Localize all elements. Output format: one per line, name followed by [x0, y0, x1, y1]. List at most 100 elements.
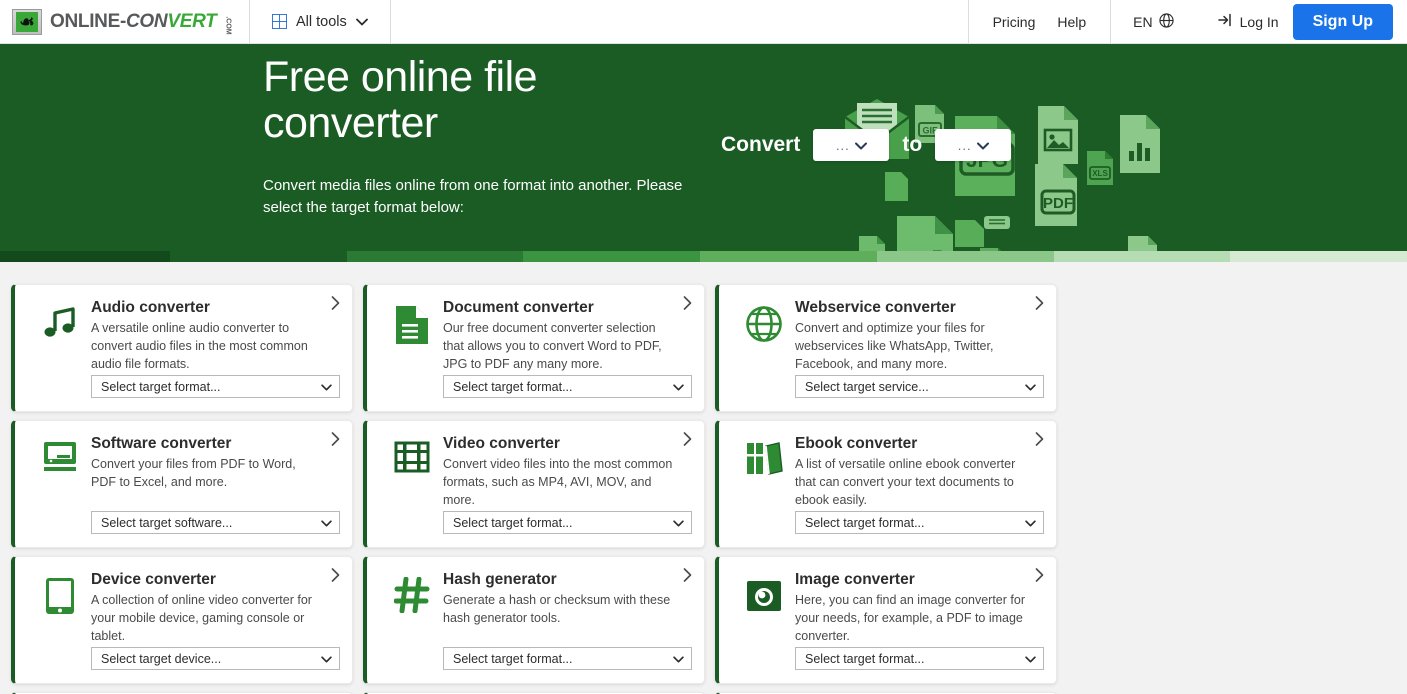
- all-tools-menu[interactable]: All tools: [250, 0, 391, 43]
- hash-icon: [381, 571, 443, 669]
- converter-card-device-converter[interactable]: Device converter A collection of online v…: [11, 556, 353, 684]
- chevron-right-icon[interactable]: [683, 296, 692, 313]
- chevron-down-icon: [673, 380, 684, 394]
- card-title: Image converter: [795, 571, 915, 588]
- chevron-right-icon[interactable]: [331, 296, 340, 313]
- brand-con: CON: [126, 10, 168, 32]
- chevron-right-icon[interactable]: [331, 432, 340, 449]
- converter-card-webservice-converter[interactable]: Webservice converter Convert and optimize…: [715, 284, 1057, 412]
- converter-card-audio-converter[interactable]: Audio converter A versatile online audio …: [11, 284, 353, 412]
- tablet-icon: [29, 571, 91, 669]
- to-label: to: [902, 133, 923, 156]
- card-cell: Software converter Convert your files fro…: [6, 420, 358, 556]
- card-cell: Ebook converter A list of versatile onlin…: [710, 420, 1062, 556]
- source-format-value: ...: [835, 137, 850, 153]
- target-format-select[interactable]: ...: [935, 129, 1012, 161]
- card-cell: Audio converter A versatile online audio …: [6, 284, 358, 420]
- card-title: Hash generator: [443, 571, 557, 588]
- chevron-down-icon: [321, 516, 332, 530]
- document-icon: [381, 299, 443, 397]
- login-arrow-icon: [1217, 13, 1234, 30]
- converter-card-document-converter[interactable]: Document converter Our free document conv…: [363, 284, 705, 412]
- converter-card-hash-generator[interactable]: Hash generator Generate a hash or checksu…: [363, 556, 705, 684]
- nav-link-help[interactable]: Help: [1057, 14, 1086, 30]
- card-target-select[interactable]: Select target format...: [443, 375, 692, 398]
- converter-card-software-converter[interactable]: Software converter Convert your files fro…: [11, 420, 353, 548]
- auth-area: Log In Sign Up: [1196, 0, 1407, 43]
- card-cell: Hash generator Generate a hash or checksu…: [358, 556, 710, 692]
- target-format-value: ...: [957, 137, 972, 153]
- hero-text-block: Free online file converter Convert media…: [263, 44, 703, 262]
- converter-card-image-converter[interactable]: Image converter Here, you can find an ima…: [715, 556, 1057, 684]
- hero-content: Free online file converter Convert media…: [0, 44, 1407, 262]
- chevron-down-icon: [673, 516, 684, 530]
- card-title: Ebook converter: [795, 435, 918, 452]
- card-target-select-value: Select target format...: [453, 515, 573, 530]
- card-target-select-value: Select target format...: [453, 651, 573, 666]
- site-header: ☙ ONLINE-CONVERT .COM All tools Pricing H…: [0, 0, 1407, 44]
- online-convert-logo-icon: ☙: [12, 8, 42, 35]
- header-nav-links: Pricing Help: [967, 0, 1111, 43]
- card-title: Audio converter: [91, 299, 210, 316]
- brand-tld: .COM: [225, 15, 233, 35]
- card-description: Convert your files from PDF to Word, PDF…: [91, 457, 296, 489]
- grid-icon: [272, 14, 287, 29]
- chevron-down-icon: [673, 652, 684, 666]
- card-cell: Image converter Here, you can find an ima…: [710, 556, 1062, 692]
- card-target-select-value: Select target format...: [453, 379, 573, 394]
- strip-segment: [523, 251, 701, 262]
- card-description: Convert video files into the most common…: [443, 457, 673, 507]
- card-target-select[interactable]: Select target format...: [91, 375, 340, 398]
- card-title: Video converter: [443, 435, 560, 452]
- strip-segment: [1053, 251, 1231, 262]
- chevron-right-icon[interactable]: [1035, 296, 1044, 313]
- card-target-select[interactable]: Select target service...: [795, 375, 1044, 398]
- login-label: Log In: [1239, 13, 1279, 30]
- card-title: Webservice converter: [795, 299, 956, 316]
- card-target-select[interactable]: Select target format...: [795, 511, 1044, 534]
- card-target-select-value: Select target format...: [805, 515, 925, 530]
- card-target-select-value: Select target software...: [101, 515, 233, 530]
- chevron-right-icon[interactable]: [683, 568, 692, 585]
- chevron-down-icon: [355, 14, 368, 30]
- login-button[interactable]: Log In: [1217, 13, 1279, 30]
- card-target-select[interactable]: Select target software...: [91, 511, 340, 534]
- brand-vert: VERT: [167, 10, 217, 32]
- strip-segment: [1230, 251, 1407, 262]
- hero-banner: GIF JPG XLS: [0, 44, 1407, 262]
- card-description: Our free document converter selection th…: [443, 321, 662, 371]
- card-description: Generate a hash or checksum with these h…: [443, 593, 671, 625]
- card-title: Device converter: [91, 571, 216, 588]
- card-target-select-value: Select target format...: [101, 379, 221, 394]
- card-cell: Video converter Convert video files into …: [358, 420, 710, 556]
- globe-icon: [1159, 12, 1174, 31]
- chevron-right-icon[interactable]: [331, 568, 340, 585]
- card-target-select[interactable]: Select target device...: [91, 647, 340, 670]
- header-spacer: [391, 0, 968, 43]
- chevron-right-icon[interactable]: [1035, 432, 1044, 449]
- card-target-select[interactable]: Select target format...: [443, 647, 692, 670]
- language-label: EN: [1133, 13, 1153, 30]
- hero-convert-row: Convert ... to ...: [721, 128, 1012, 162]
- card-target-select[interactable]: Select target format...: [795, 647, 1044, 670]
- chevron-right-icon[interactable]: [1035, 568, 1044, 585]
- brand-wordmark: ONLINE-CONVERT .COM: [50, 10, 236, 35]
- signup-button[interactable]: Sign Up: [1292, 3, 1393, 40]
- card-title: Software converter: [91, 435, 232, 452]
- nav-link-pricing[interactable]: Pricing: [993, 14, 1036, 30]
- card-cell: Webservice converter Convert and optimize…: [710, 284, 1062, 420]
- card-target-select-value: Select target device...: [101, 651, 222, 666]
- brand-logo-link[interactable]: ☙ ONLINE-CONVERT .COM: [0, 0, 250, 43]
- chevron-down-icon: [976, 138, 989, 153]
- converter-card-ebook-converter[interactable]: Ebook converter A list of versatile onlin…: [715, 420, 1057, 548]
- converter-card-video-converter[interactable]: Video converter Convert video files into …: [363, 420, 705, 548]
- converter-card-grid: Audio converter A versatile online audio …: [0, 262, 1407, 694]
- card-description: A versatile online audio converter to co…: [91, 321, 308, 371]
- language-switcher[interactable]: EN: [1110, 0, 1195, 43]
- chevron-down-icon: [854, 138, 867, 153]
- all-tools-label: All tools: [296, 13, 347, 30]
- chevron-right-icon[interactable]: [683, 432, 692, 449]
- globe-icon: [733, 299, 795, 397]
- source-format-select[interactable]: ...: [813, 129, 890, 161]
- card-target-select[interactable]: Select target format...: [443, 511, 692, 534]
